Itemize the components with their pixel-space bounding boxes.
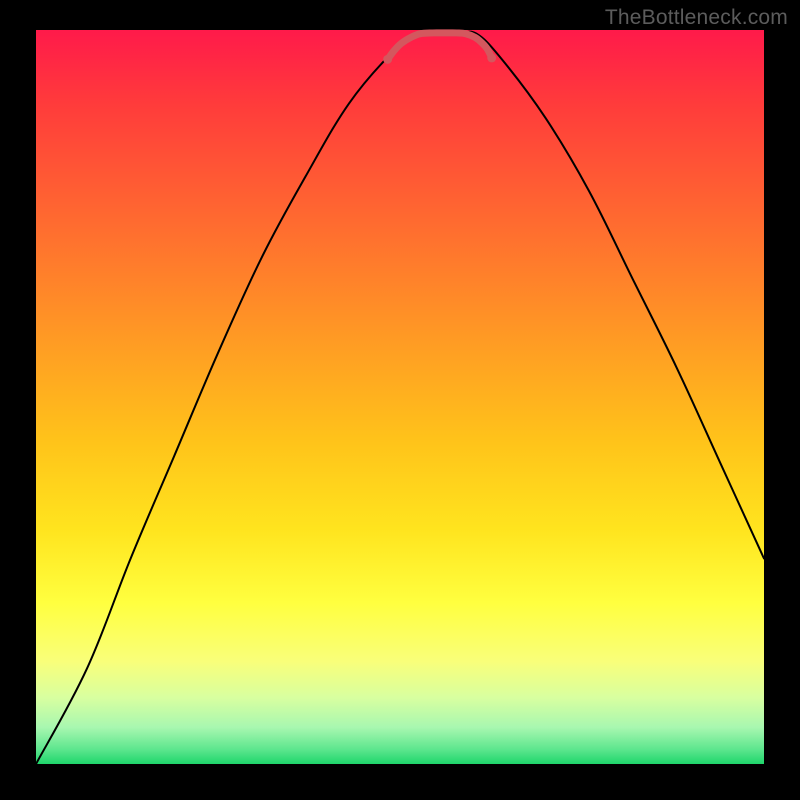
trough-end-markers bbox=[383, 53, 496, 63]
series-bottleneck-curve bbox=[36, 32, 764, 764]
chart-frame: TheBottleneck.com bbox=[0, 0, 800, 800]
series-trough-marker bbox=[388, 33, 492, 59]
trough-end-dot bbox=[383, 55, 392, 64]
plot-area bbox=[36, 30, 764, 764]
trough-end-dot bbox=[487, 53, 496, 62]
chart-svg bbox=[36, 30, 764, 764]
watermark-label: TheBottleneck.com bbox=[605, 6, 788, 30]
